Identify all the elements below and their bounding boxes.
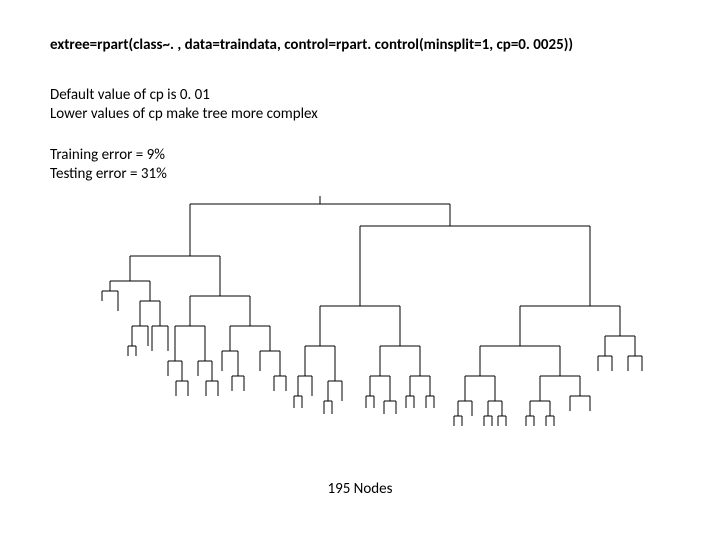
cp-lower-text: Lower values of cp make tree more comple…: [50, 105, 318, 124]
dendrogram-tree: [70, 196, 650, 456]
training-error-text: Training error = 9%: [50, 146, 167, 165]
testing-error-text: Testing error = 31%: [50, 165, 167, 184]
node-count-text: 195 Nodes: [0, 480, 720, 498]
error-block: Training error = 9% Testing error = 31%: [50, 146, 167, 184]
cp-info-block: Default value of cp is 0. 01 Lower value…: [50, 86, 318, 124]
code-line: extree=rpart(class~. , data=traindata, c…: [50, 36, 573, 54]
cp-default-text: Default value of cp is 0. 01: [50, 86, 318, 105]
